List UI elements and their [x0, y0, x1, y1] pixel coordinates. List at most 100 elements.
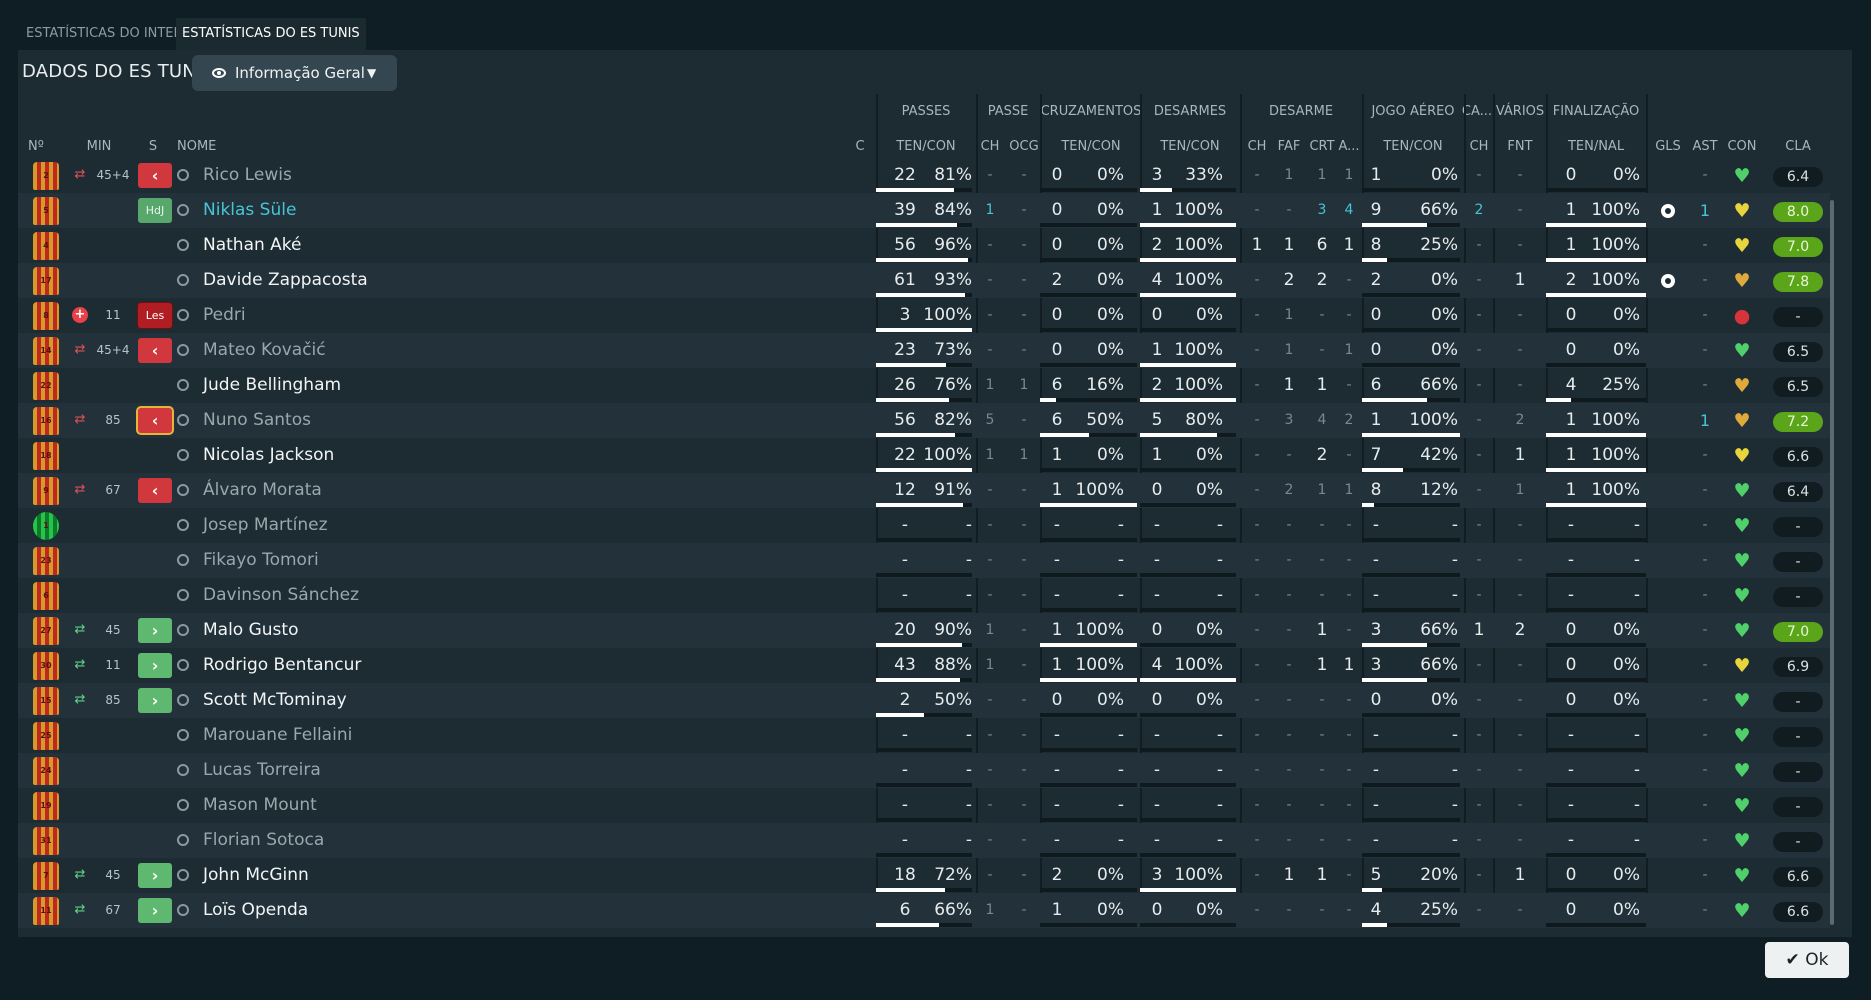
player-name[interactable]: Josep Martínez	[203, 508, 328, 543]
column-header[interactable]: TEN/CON	[1160, 139, 1219, 154]
table-row[interactable]: 27 ⇄ 45 › Malo Gusto 20 90% 1-1 100% 0 0% - -1-3 66% 1…	[18, 613, 1830, 648]
injury-badge[interactable]: Les	[138, 303, 172, 328]
player-name[interactable]: Davinson Sánchez	[203, 578, 359, 613]
player-of-match-badge[interactable]: HdJ	[138, 198, 172, 223]
tackle-dch: -	[1254, 692, 1260, 708]
table-row[interactable]: 4 Nathan Aké 56 96% - -0 0% 2 100% 1 1 6 1 8 25% - -1 100…	[18, 228, 1830, 263]
column-header[interactable]: CRT	[1309, 139, 1334, 154]
ok-button[interactable]: ✔ Ok	[1765, 942, 1849, 978]
table-row[interactable]: 6 Davinson Sánchez - - - - - - - - - - - - - - - - - - - ♥ -	[18, 578, 1830, 613]
player-name[interactable]: Rodrigo Bentancur	[203, 648, 361, 683]
player-name[interactable]: Pedri	[203, 298, 246, 333]
view-dropdown[interactable]: Informação Geral ▼	[192, 55, 397, 91]
player-name[interactable]: Jude Bellingham	[203, 368, 341, 403]
sub-in-button[interactable]: ›	[138, 618, 172, 643]
column-header[interactable]: CH	[981, 139, 1000, 154]
table-row[interactable]: 8 +11 Les Pedri 3 100% - -0 0% 0 0% -1- -0 0% - -0 0% - ● -	[18, 298, 1830, 333]
table-row[interactable]: 24 Lucas Torreira - - - - - - - - - - - - - - - - - - - ♥ -	[18, 753, 1830, 788]
column-header[interactable]: OCG	[1009, 139, 1038, 154]
des-bar-track	[1140, 468, 1236, 472]
crosses-ch: 1	[985, 377, 995, 393]
table-row[interactable]: 9 ⇄ 67 ‹ Álvaro Morata 12 91% - -1 100% 0 0% -2 1 1 8 12…	[18, 473, 1830, 508]
fin-bar-track	[1546, 888, 1646, 892]
table-row[interactable]: 30 ⇄ 11 › Rodrigo Bentancur 43 88% 1-1 100% 4 100%…	[18, 648, 1830, 683]
assists: -	[1702, 797, 1708, 813]
player-name[interactable]: Loïs Openda	[203, 893, 308, 928]
player-name[interactable]: Fikayo Tomori	[203, 543, 319, 578]
pas-bar-fill	[876, 888, 945, 892]
column-header[interactable]: CH	[1248, 139, 1267, 154]
column-header[interactable]: A...	[1338, 139, 1359, 154]
cards-ch: -	[1476, 832, 1482, 848]
des-bar-fill	[1140, 293, 1236, 297]
player-name[interactable]: Nuno Santos	[203, 403, 311, 438]
crosses-ch: 1	[985, 202, 995, 218]
player-name[interactable]: Mason Mount	[203, 788, 317, 823]
sub-in-button[interactable]: ›	[138, 863, 172, 888]
column-header[interactable]: GLS	[1655, 139, 1681, 154]
minutes: 67	[105, 483, 121, 497]
column-header[interactable]: C	[855, 139, 864, 154]
tab-inter-stats[interactable]: ESTATÍSTICAS DO INTER	[20, 18, 189, 50]
table-row[interactable]: 15 ⇄ 85 › Scott McTominay 2 50% - -0 0% 0 0% - - - -0 0%…	[18, 683, 1830, 718]
player-avatar-icon	[177, 554, 189, 566]
table-row[interactable]: 18 Nicolas Jackson 22 100% 1 1 1 0% 1 0% - -2-7 42% -…	[18, 438, 1830, 473]
table-row[interactable]: 17 Davide Zappacosta 61 93% - -2 0% 4 100% -2 2-2 0…	[18, 263, 1830, 298]
sub-in-button[interactable]: ›	[138, 653, 172, 678]
player-name[interactable]: Álvaro Morata	[203, 473, 322, 508]
sub-out-button[interactable]: ‹	[138, 478, 172, 503]
player-name[interactable]: John McGinn	[203, 858, 309, 893]
table-row[interactable]: 31 Florian Sotoca - - - - - - - - - - - - - - - - - - - ♥ -	[18, 823, 1830, 858]
column-header[interactable]: NOME	[177, 139, 216, 154]
player-name[interactable]: Marouane Fellaini	[203, 718, 352, 753]
column-header[interactable]: CH	[1470, 139, 1489, 154]
player-name[interactable]: Mateo Kovačić	[203, 333, 326, 368]
column-header[interactable]: CLA	[1785, 139, 1811, 154]
player-name[interactable]: Nicolas Jackson	[203, 438, 334, 473]
shirt-icon: 5	[33, 197, 59, 225]
column-header[interactable]: Nº	[28, 139, 44, 154]
des-bar-fill	[1140, 363, 1236, 367]
column-header[interactable]: S	[149, 139, 157, 154]
sub-in-button[interactable]: ›	[138, 688, 172, 713]
fin-bar-track	[1546, 188, 1646, 192]
column-header[interactable]: CON	[1727, 139, 1756, 154]
table-row[interactable]: 19 Mason Mount - - - - - - - - - - - - - - - - - - - ♥ -	[18, 788, 1830, 823]
table-row[interactable]: 25 Marouane Fellaini - - - - - - - - - - - - - - - - - - - ♥ -	[18, 718, 1830, 753]
column-header[interactable]: MIN	[87, 139, 112, 154]
column-header[interactable]: TEN/CON	[1061, 139, 1120, 154]
column-header[interactable]: AST	[1692, 139, 1717, 154]
table-row[interactable]: 14 ⇄ 45+4 ‹ Mateo Kovačić 23 73% - -0 0% 1 100% -1-1…	[18, 333, 1830, 368]
player-name[interactable]: Scott McTominay	[203, 683, 347, 718]
sub-in-button[interactable]: ›	[138, 898, 172, 923]
player-name[interactable]: Nathan Aké	[203, 228, 302, 263]
column-header[interactable]: TEN/NAL	[1568, 139, 1624, 154]
player-name[interactable]: Niklas Süle	[203, 193, 296, 228]
player-name[interactable]: Rico Lewis	[203, 158, 292, 193]
table-row[interactable]: 5 HdJ Niklas Süle 39 84% 1-0 0% 1 100% - -3 4 9 66% 2-…	[18, 193, 1830, 228]
sub-out-button[interactable]: ‹	[138, 408, 172, 433]
column-header[interactable]: FAF	[1278, 139, 1301, 154]
table-row[interactable]: 2 ⇄ 45+4 ‹ Rico Lewis 22 81% - -0 0% 3 33% -1 1 1 1 0% - -…	[18, 158, 1830, 193]
player-name[interactable]: Lucas Torreira	[203, 753, 321, 788]
table-row[interactable]: 22 Jude Bellingham 26 76% 1 1 6 16% 2 100% -1 1-6 66…	[18, 368, 1830, 403]
table-row[interactable]: 11 ⇄ 67 › Loïs Openda 6 66% 1-1 0% 0 0% - - - -4 25% - -0…	[18, 893, 1830, 928]
cards-ch: -	[1476, 447, 1482, 463]
table-row[interactable]: 23 Fikayo Tomori - - - - - - - - - - - - - - - - - - - ♥ -	[18, 543, 1830, 578]
pas-bar-fill	[876, 643, 962, 647]
tab-es-tunis-stats[interactable]: ESTATÍSTICAS DO ES TUNIS	[176, 18, 366, 50]
column-header[interactable]: FNT	[1507, 139, 1532, 154]
column-header[interactable]: TEN/CON	[1383, 139, 1442, 154]
player-name[interactable]: Florian Sotoca	[203, 823, 324, 858]
player-name[interactable]: Malo Gusto	[203, 613, 298, 648]
player-avatar-icon	[177, 869, 189, 881]
table-row[interactable]: 7 ⇄ 45 › John McGinn 18 72% - -2 0% 3 100% -1 1-5 20% -…	[18, 858, 1830, 893]
column-header[interactable]: TEN/CON	[896, 139, 955, 154]
player-name[interactable]: Davide Zappacosta	[203, 263, 368, 298]
sub-out-button[interactable]: ‹	[138, 163, 172, 188]
table-row[interactable]: 1 Josep Martínez - - - - - - - - - - - - - - - - - - - ♥ -	[18, 508, 1830, 543]
player-rating: 6.5	[1773, 342, 1823, 362]
sub-out-button[interactable]: ‹	[138, 338, 172, 363]
table-row[interactable]: 16 ⇄ 85 ‹ Nuno Santos 56 82% 5-6 50% 5 80% -3 4 2 1 100…	[18, 403, 1830, 438]
scrollbar[interactable]	[1830, 200, 1834, 925]
